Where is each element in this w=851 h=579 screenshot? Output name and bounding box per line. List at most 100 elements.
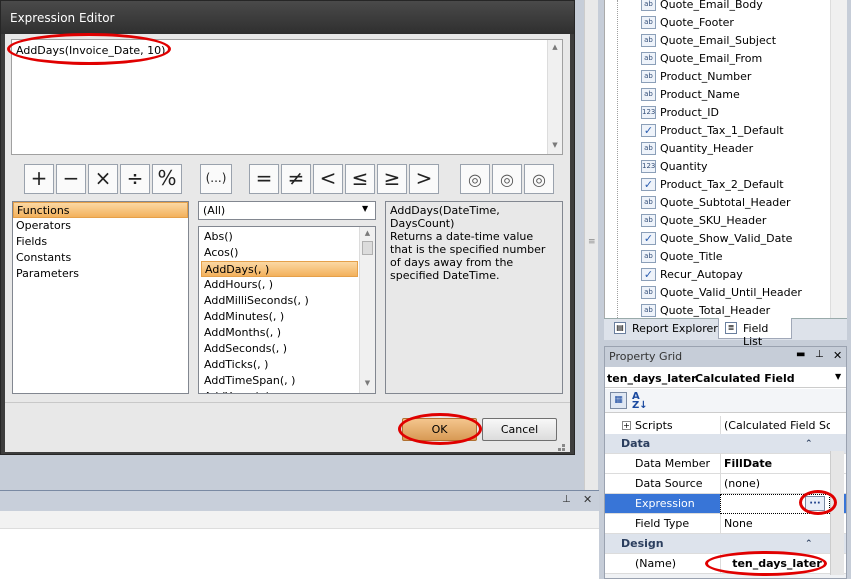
property-value[interactable]: None (720, 514, 830, 534)
equal-button[interactable]: = (249, 164, 279, 194)
minus-button[interactable]: − (56, 164, 86, 194)
property-row-data-member[interactable]: Data Member FillDate (605, 454, 846, 474)
property-value[interactable]: FillDate (720, 454, 830, 474)
function-item[interactable]: AddDays(, ) (201, 261, 358, 277)
right-join-icon: ◎ (532, 170, 546, 189)
alphabetical-sort-icon[interactable]: A Z↓ (632, 392, 648, 411)
field-item[interactable]: ✓ Recur_Autopay (641, 266, 743, 284)
less-button[interactable]: < (313, 164, 343, 194)
tab-field-list[interactable]: ≣ Field List (718, 318, 792, 348)
field-item[interactable]: 123 Product_ID (641, 104, 719, 122)
multiply-button[interactable]: × (88, 164, 118, 194)
function-item[interactable]: AddSeconds(, ) (201, 341, 358, 357)
collapse-icon[interactable]: ⌃ (805, 534, 813, 554)
function-list[interactable]: Abs() Acos() AddDays(, ) AddHours(, ) AddMil… (198, 226, 376, 394)
field-item[interactable]: ab Product_Name (641, 86, 740, 104)
text-field-icon: ab (641, 0, 656, 11)
expression-scrollbar[interactable]: ▲ ▼ (547, 40, 562, 154)
field-name: Quote_Valid_Until_Header (660, 286, 802, 299)
tab-strip: ▤ Report Explorer ≣ Field List (604, 318, 847, 348)
category-list[interactable]: Functions Operators Fields Constants Paramet… (12, 201, 189, 394)
cancel-button[interactable]: Cancel (482, 418, 557, 441)
close-icon[interactable]: ✕ (833, 349, 842, 362)
text-field-icon: ab (641, 286, 656, 299)
field-item[interactable]: ab Quote_Footer (641, 14, 734, 32)
field-item[interactable]: ab Quote_Email_Subject (641, 32, 776, 50)
scroll-thumb[interactable] (362, 241, 373, 255)
category-item-constants[interactable]: Constants (13, 250, 188, 266)
field-item[interactable]: ab Quote_Email_From (641, 50, 762, 68)
left-join-button[interactable]: ◎ (460, 164, 490, 194)
left-join-icon: ◎ (468, 170, 482, 189)
function-item[interactable]: Acos() (201, 245, 358, 261)
property-row-field-type[interactable]: Field Type None (605, 514, 846, 534)
field-item[interactable]: 123 Quantity (641, 158, 708, 176)
function-list-scrollbar[interactable]: ▲ ▼ (359, 227, 375, 393)
field-item[interactable]: ✓ Product_Tax_1_Default (641, 122, 784, 140)
pin-icon[interactable]: ⊥ (562, 494, 571, 505)
object-selector[interactable]: ten_days_later Calculated Field ▼ (605, 368, 846, 388)
property-grid-scrollbar[interactable] (830, 451, 844, 575)
not-equal-button[interactable]: ≠ (281, 164, 311, 194)
function-item[interactable]: Abs() (201, 229, 358, 245)
field-item[interactable]: ab Quantity_Header (641, 140, 753, 158)
grip-icon[interactable]: ≡ (588, 237, 596, 247)
divide-button[interactable]: ÷ (120, 164, 150, 194)
minimize-icon[interactable]: ▬ (796, 349, 805, 360)
highlight-ellipse-expression (7, 33, 171, 65)
scroll-down-icon[interactable]: ▼ (548, 141, 562, 149)
field-item[interactable]: ✓ Quote_Show_Valid_Date (641, 230, 793, 248)
field-name: Quote_Email_Body (660, 0, 763, 11)
category-item-functions[interactable]: Functions (13, 202, 188, 218)
field-item[interactable]: ab Quote_Title (641, 248, 723, 266)
pin-icon[interactable]: ⊥ (815, 349, 824, 360)
greater-equal-button[interactable]: ≥ (377, 164, 407, 194)
category-item-operators[interactable]: Operators (13, 218, 188, 234)
function-item[interactable]: AddMilliSeconds(, ) (201, 293, 358, 309)
modulo-button[interactable]: % (152, 164, 182, 194)
function-item[interactable]: AddHours(, ) (201, 277, 358, 293)
less-equal-button[interactable]: ≤ (345, 164, 375, 194)
scroll-up-icon[interactable]: ▲ (548, 43, 562, 51)
scroll-down-icon[interactable]: ▼ (360, 379, 375, 387)
function-item[interactable]: AddTimeSpan(, ) (201, 373, 358, 389)
field-item[interactable]: ab Quote_SKU_Header (641, 212, 766, 230)
category-item-parameters[interactable]: Parameters (13, 266, 188, 282)
field-item[interactable]: ✓ Product_Tax_2_Default (641, 176, 784, 194)
category-item-fields[interactable]: Fields (13, 234, 188, 250)
property-row-scripts[interactable]: + Scripts (Calculated Field Sc... (605, 416, 846, 436)
expand-icon[interactable]: + (622, 421, 631, 430)
field-name: Recur_Autopay (660, 268, 743, 281)
field-item[interactable]: ab Quote_Subtotal_Header (641, 194, 791, 212)
scroll-up-icon[interactable]: ▲ (360, 229, 375, 237)
right-join-button[interactable]: ◎ (524, 164, 554, 194)
inner-join-button[interactable]: ◎ (492, 164, 522, 194)
category-data[interactable]: Data ⌃ (605, 434, 846, 454)
function-item[interactable]: AddMonths(, ) (201, 325, 358, 341)
boolean-field-icon: ✓ (641, 268, 656, 281)
field-name: Quote_Total_Header (660, 304, 771, 317)
categorized-icon[interactable]: ▦ (610, 392, 627, 409)
function-item[interactable]: AddYears(, ) (201, 389, 358, 393)
category-design[interactable]: Design ⌃ (605, 534, 846, 554)
plus-button[interactable]: + (24, 164, 54, 194)
greater-button[interactable]: > (409, 164, 439, 194)
parentheses-button[interactable]: (...) (200, 164, 232, 194)
filter-dropdown[interactable]: (All) ▼ (198, 201, 376, 220)
close-icon[interactable]: ✕ (583, 493, 592, 506)
property-grid-panel: Property Grid ▬ ⊥ ✕ ten_days_later Calcu… (604, 346, 847, 579)
function-item[interactable]: AddMinutes(, ) (201, 309, 358, 325)
field-item[interactable]: ab Quote_Valid_Until_Header (641, 284, 802, 302)
chevron-down-icon[interactable]: ▼ (835, 372, 841, 381)
field-item[interactable]: ab Quote_Email_Body (641, 0, 763, 14)
field-list-scrollbar[interactable] (830, 0, 847, 320)
tab-label: Report Explorer (632, 322, 718, 335)
tab-report-explorer[interactable]: ▤ Report Explorer (608, 319, 718, 339)
field-item[interactable]: ab Product_Number (641, 68, 751, 86)
collapse-icon[interactable]: ⌃ (805, 434, 813, 454)
filter-value: (All) (203, 204, 226, 217)
field-name: Quote_Show_Valid_Date (660, 232, 793, 245)
function-item[interactable]: AddTicks(, ) (201, 357, 358, 373)
chevron-down-icon[interactable]: ▼ (362, 204, 368, 213)
vertical-scrollbar[interactable]: ≡ (584, 0, 598, 490)
